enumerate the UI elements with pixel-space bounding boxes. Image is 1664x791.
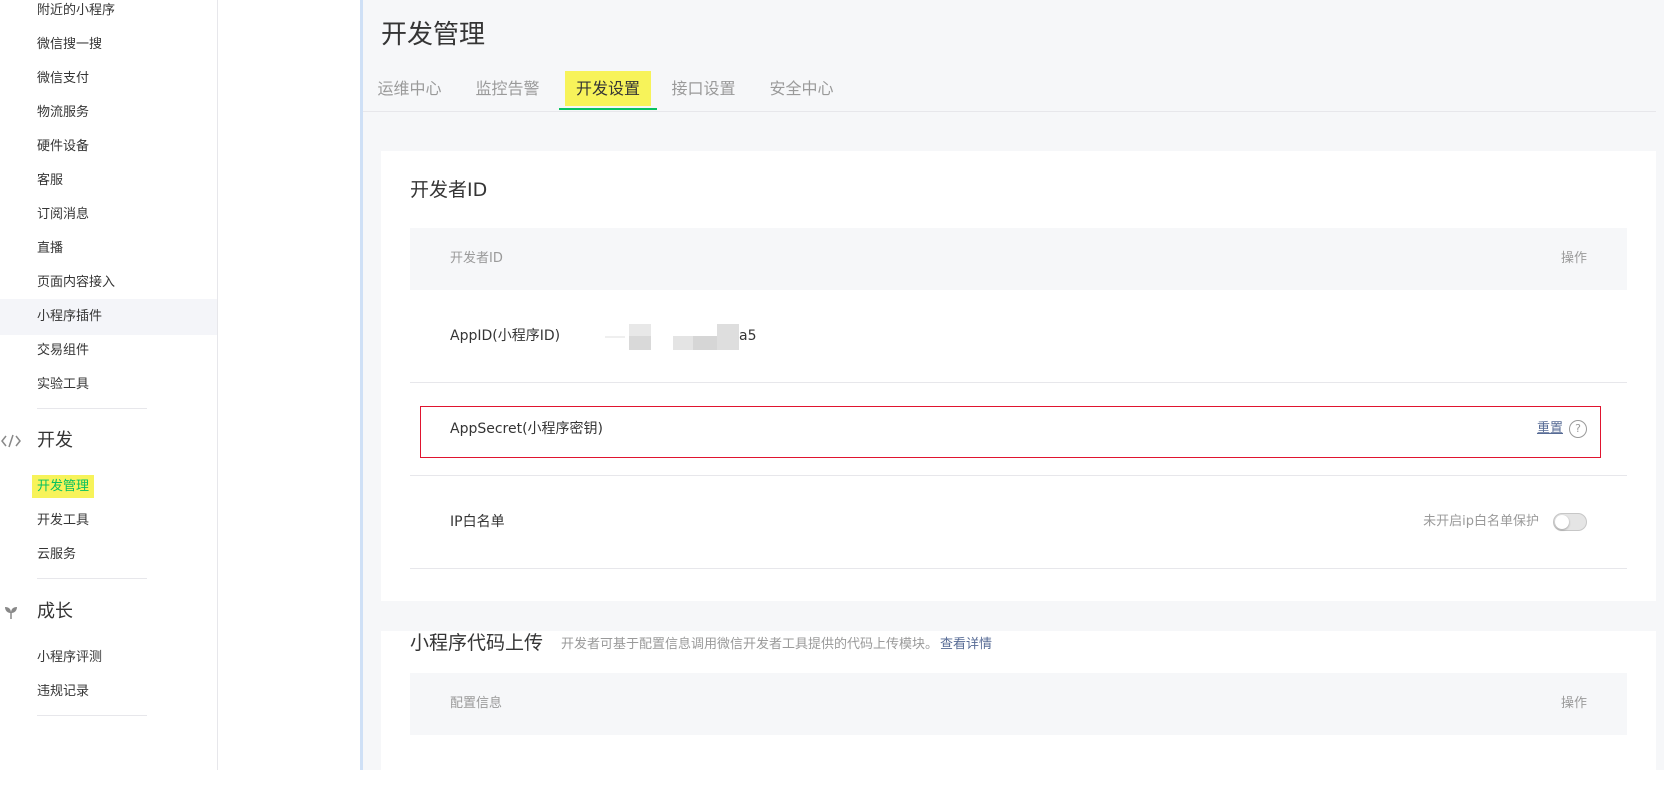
sidebar-section-growth-label: 成长: [37, 601, 73, 622]
sidebar-item-dev-management-label: 开发管理: [32, 475, 95, 498]
tab-dev-settings[interactable]: 开发设置: [559, 68, 657, 110]
appsecret-row: AppSecret(小程序密钥) 重置 ?: [410, 383, 1627, 476]
tab-ops-center[interactable]: 运维中心: [363, 68, 456, 110]
sidebar-item-wechat-search[interactable]: 微信搜一搜: [37, 27, 102, 63]
main-content: 开发管理 运维中心 监控告警 开发设置 接口设置 安全中心 开发者ID 开发者I…: [363, 0, 1664, 791]
sidebar-item-experiment-tools[interactable]: 实验工具: [37, 367, 89, 403]
header-actions: 操作: [1560, 251, 1587, 266]
developer-id-title: 开发者ID: [410, 179, 488, 201]
sidebar-item-evaluation[interactable]: 小程序评测: [37, 640, 102, 676]
header-actions: 操作: [1560, 696, 1587, 711]
tab-dev-settings-label: 开发设置: [564, 71, 651, 106]
ip-whitelist-status: 未开启ip白名单保护: [1423, 514, 1539, 529]
developer-id-table-header: 开发者ID 操作: [410, 228, 1627, 290]
sidebar-divider: [37, 408, 147, 409]
sidebar-item-nearby-miniprogram[interactable]: 附近的小程序: [37, 0, 115, 29]
appid-value-tail: a5: [739, 328, 757, 344]
appid-value: a5: [605, 324, 765, 350]
header-config-info: 配置信息: [450, 696, 503, 711]
sidebar-item-violation-records[interactable]: 违规记录: [37, 674, 89, 710]
sidebar-item-subscribe-message[interactable]: 订阅消息: [37, 197, 89, 233]
appsecret-label: AppSecret(小程序密钥): [450, 421, 604, 437]
tab-security-center[interactable]: 安全中心: [755, 68, 848, 110]
appid-label: AppID(小程序ID): [450, 328, 561, 344]
header-developer-id: 开发者ID: [450, 251, 503, 266]
sidebar-item-dev-management[interactable]: 开发管理: [32, 469, 95, 505]
ip-whitelist-row: IP白名单 未开启ip白名单保护: [410, 476, 1627, 569]
code-upload-desc-text: 开发者可基于配置信息调用微信开发者工具提供的代码上传模块。: [561, 637, 939, 652]
reset-secret-link[interactable]: 重置: [1537, 383, 1563, 475]
sidebar-item-cloud-service[interactable]: 云服务: [37, 537, 76, 573]
sidebar-item-customer-service[interactable]: 客服: [37, 163, 63, 199]
appid-row: AppID(小程序ID) a5: [410, 290, 1627, 383]
code-upload-card: 小程序代码上传 开发者可基于配置信息调用微信开发者工具提供的代码上传模块。 查看详…: [381, 631, 1656, 791]
sidebar-section-dev-label: 开发: [37, 430, 73, 451]
sidebar-item-page-content[interactable]: 页面内容接入: [37, 265, 115, 301]
sidebar-item-hardware[interactable]: 硬件设备: [37, 129, 89, 165]
sprout-icon: [0, 592, 22, 632]
code-upload-table-header: 配置信息 操作: [410, 673, 1627, 735]
sidebar: 附近的小程序 微信搜一搜 微信支付 物流服务 硬件设备 客服 订阅消息 直播 页…: [0, 0, 218, 770]
content-gutter: [218, 0, 360, 770]
sidebar-item-trade-component[interactable]: 交易组件: [37, 333, 89, 369]
ip-whitelist-toggle[interactable]: [1553, 513, 1587, 531]
code-upload-description: 开发者可基于配置信息调用微信开发者工具提供的代码上传模块。 查看详情: [561, 633, 992, 652]
sidebar-divider: [37, 578, 147, 579]
sidebar-divider: [37, 715, 147, 716]
page-title: 开发管理: [381, 20, 486, 50]
sidebar-item-logistics[interactable]: 物流服务: [37, 95, 89, 131]
tab-api-settings[interactable]: 接口设置: [657, 68, 750, 110]
code-upload-title-text: 小程序代码上传: [410, 632, 544, 654]
sidebar-item-plugins[interactable]: 小程序插件: [0, 299, 217, 335]
developer-id-card: 开发者ID 开发者ID 操作 AppID(小程序ID) a5 AppSecret…: [381, 151, 1656, 601]
sidebar-item-wechat-pay[interactable]: 微信支付: [37, 61, 89, 97]
view-details-link[interactable]: 查看详情: [940, 637, 992, 652]
code-icon: [0, 421, 22, 461]
code-upload-title: 小程序代码上传: [410, 628, 543, 655]
help-icon[interactable]: ?: [1569, 420, 1587, 438]
tab-monitoring[interactable]: 监控告警: [461, 68, 554, 110]
sidebar-item-live[interactable]: 直播: [37, 231, 63, 267]
ip-whitelist-label: IP白名单: [450, 514, 505, 530]
tab-bar: 运维中心 监控告警 开发设置 接口设置 安全中心: [363, 68, 1656, 112]
toggle-knob: [1555, 515, 1569, 529]
sidebar-item-dev-tools[interactable]: 开发工具: [37, 503, 89, 539]
